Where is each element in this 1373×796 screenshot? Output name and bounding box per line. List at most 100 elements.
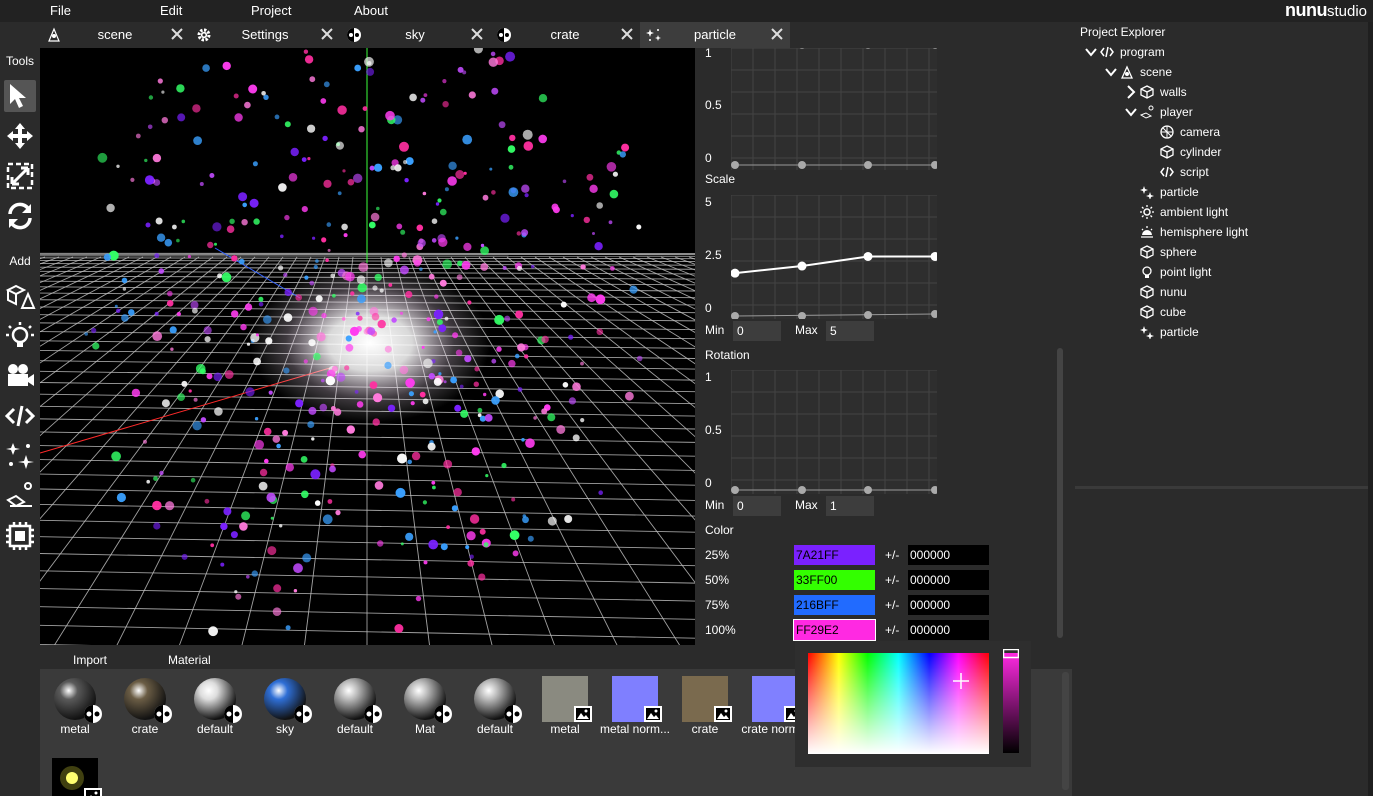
tree-item-script[interactable]: script <box>1075 162 1368 182</box>
particle-sprite <box>373 393 383 403</box>
chevron-down-icon[interactable] <box>1125 105 1137 119</box>
tree-item-cube[interactable]: cube <box>1075 302 1368 322</box>
select-tool-button[interactable] <box>4 80 36 112</box>
color-spread-input[interactable] <box>908 545 989 565</box>
tree-item-point-light[interactable]: point light <box>1075 262 1368 282</box>
tree-item-sphere[interactable]: sphere <box>1075 242 1368 262</box>
scale-curve-graph[interactable] <box>731 195 937 319</box>
menu-edit[interactable]: Edit <box>160 2 182 20</box>
graph-y-label: 1 <box>705 48 712 60</box>
material-asset[interactable]: metal <box>40 672 110 736</box>
scale-tool-button[interactable] <box>4 160 36 192</box>
particle-sprite <box>321 312 327 319</box>
color-spread-input[interactable] <box>908 620 989 640</box>
rotate-tool-button[interactable] <box>4 200 36 232</box>
material-asset[interactable]: default <box>460 672 530 736</box>
color-brightness-slider[interactable] <box>1003 649 1019 753</box>
tree-item-player[interactable]: player <box>1075 102 1368 122</box>
menu-about[interactable]: About <box>354 2 388 20</box>
add-camera-button[interactable] <box>4 360 36 392</box>
particle-sprite <box>263 315 272 324</box>
particle-sprite <box>423 93 428 97</box>
tab-particle[interactable]: particle <box>640 22 790 48</box>
tree-item-walls[interactable]: walls <box>1075 82 1368 102</box>
add-script-button[interactable] <box>4 400 36 432</box>
tree-item-particle[interactable]: particle <box>1075 182 1368 202</box>
tree-item-camera[interactable]: camera <box>1075 122 1368 142</box>
assets-scrollbar[interactable] <box>1062 672 1069 790</box>
material-asset[interactable]: default <box>320 672 390 736</box>
tab-settings[interactable]: Settings <box>190 22 340 48</box>
color-spread-input[interactable] <box>908 595 989 615</box>
close-icon[interactable] <box>620 27 634 41</box>
texture-asset[interactable]: texture <box>40 754 110 796</box>
color-value-input[interactable] <box>794 570 875 590</box>
scale-max-input[interactable] <box>826 321 874 341</box>
top-curve-graph[interactable] <box>731 48 937 170</box>
rotation-max-input[interactable] <box>826 496 874 516</box>
color-value-input[interactable] <box>794 545 875 565</box>
scale-curve-point[interactable] <box>797 261 807 271</box>
scale-curve-point[interactable] <box>731 268 740 278</box>
material-asset[interactable]: Mat <box>390 672 460 736</box>
particle-sprite <box>511 497 516 502</box>
particle-sprite <box>278 265 284 271</box>
rotation-min-input[interactable] <box>733 496 781 516</box>
color-spread-input[interactable] <box>908 570 989 590</box>
particle-sprite <box>586 173 594 181</box>
tree-item-program[interactable]: program <box>1075 42 1368 62</box>
close-icon[interactable] <box>320 27 334 41</box>
color-value-input[interactable] <box>793 619 876 641</box>
tree-item-hemisphere-light[interactable]: hemisphere light <box>1075 222 1368 242</box>
import-menu[interactable]: Import <box>73 653 107 667</box>
texture-asset[interactable]: crate <box>670 672 740 736</box>
particle-sprite <box>143 439 147 444</box>
add-particles-button[interactable] <box>4 440 36 472</box>
scene-viewport[interactable] <box>40 48 695 645</box>
particle-sprite <box>442 79 447 84</box>
scale-curve-point[interactable] <box>863 252 873 261</box>
menu-file[interactable]: File <box>50 2 71 20</box>
tree-item-ambient-light[interactable]: ambient light <box>1075 202 1368 222</box>
tree-item-particle[interactable]: particle <box>1075 322 1368 342</box>
material-menu[interactable]: Material <box>168 653 211 667</box>
particle-sprite <box>524 193 529 198</box>
close-icon[interactable] <box>470 27 484 41</box>
material-asset[interactable]: crate <box>110 672 180 736</box>
move-tool-button[interactable] <box>4 120 36 152</box>
chevron-down-icon[interactable] <box>1105 65 1117 79</box>
panel-scrollbar[interactable] <box>1057 348 1063 638</box>
particle-sprite <box>285 463 294 472</box>
tab-scene[interactable]: scene <box>40 22 190 48</box>
add-chip-button[interactable] <box>4 520 36 552</box>
add-geometry-button[interactable] <box>4 280 36 312</box>
close-icon[interactable] <box>170 27 184 41</box>
close-icon[interactable] <box>770 27 784 41</box>
material-asset[interactable]: default <box>180 672 250 736</box>
particle-sprite <box>533 416 537 420</box>
particle-sprite <box>322 135 328 142</box>
add-physics-button[interactable] <box>4 480 36 512</box>
texture-asset[interactable]: metal <box>530 672 600 736</box>
texture-asset[interactable]: metal norm... <box>600 672 670 736</box>
scale-min-input[interactable] <box>733 321 781 341</box>
particle-sprite <box>220 562 225 567</box>
particle-sprite <box>192 421 202 431</box>
scale-curve-point[interactable] <box>930 252 938 261</box>
rotation-curve-graph[interactable] <box>731 370 937 494</box>
tab-crate[interactable]: crate <box>490 22 640 48</box>
tab-sky[interactable]: sky <box>340 22 490 48</box>
color-saturation-field[interactable] <box>808 653 989 754</box>
color-value-input[interactable] <box>794 595 875 615</box>
tree-item-cylinder[interactable]: cylinder <box>1075 142 1368 162</box>
tree-item-label: particle <box>1160 185 1199 199</box>
add-light-button[interactable] <box>4 320 36 352</box>
particle-sprite <box>111 451 121 462</box>
tree-item-scene[interactable]: scene <box>1075 62 1368 82</box>
particle-sprite <box>367 327 376 336</box>
chevron-down-icon[interactable] <box>1085 45 1097 59</box>
menu-project[interactable]: Project <box>251 2 291 20</box>
material-asset[interactable]: sky <box>250 672 320 736</box>
tree-item-nunu[interactable]: nunu <box>1075 282 1368 302</box>
chevron-right-icon[interactable] <box>1125 85 1137 99</box>
